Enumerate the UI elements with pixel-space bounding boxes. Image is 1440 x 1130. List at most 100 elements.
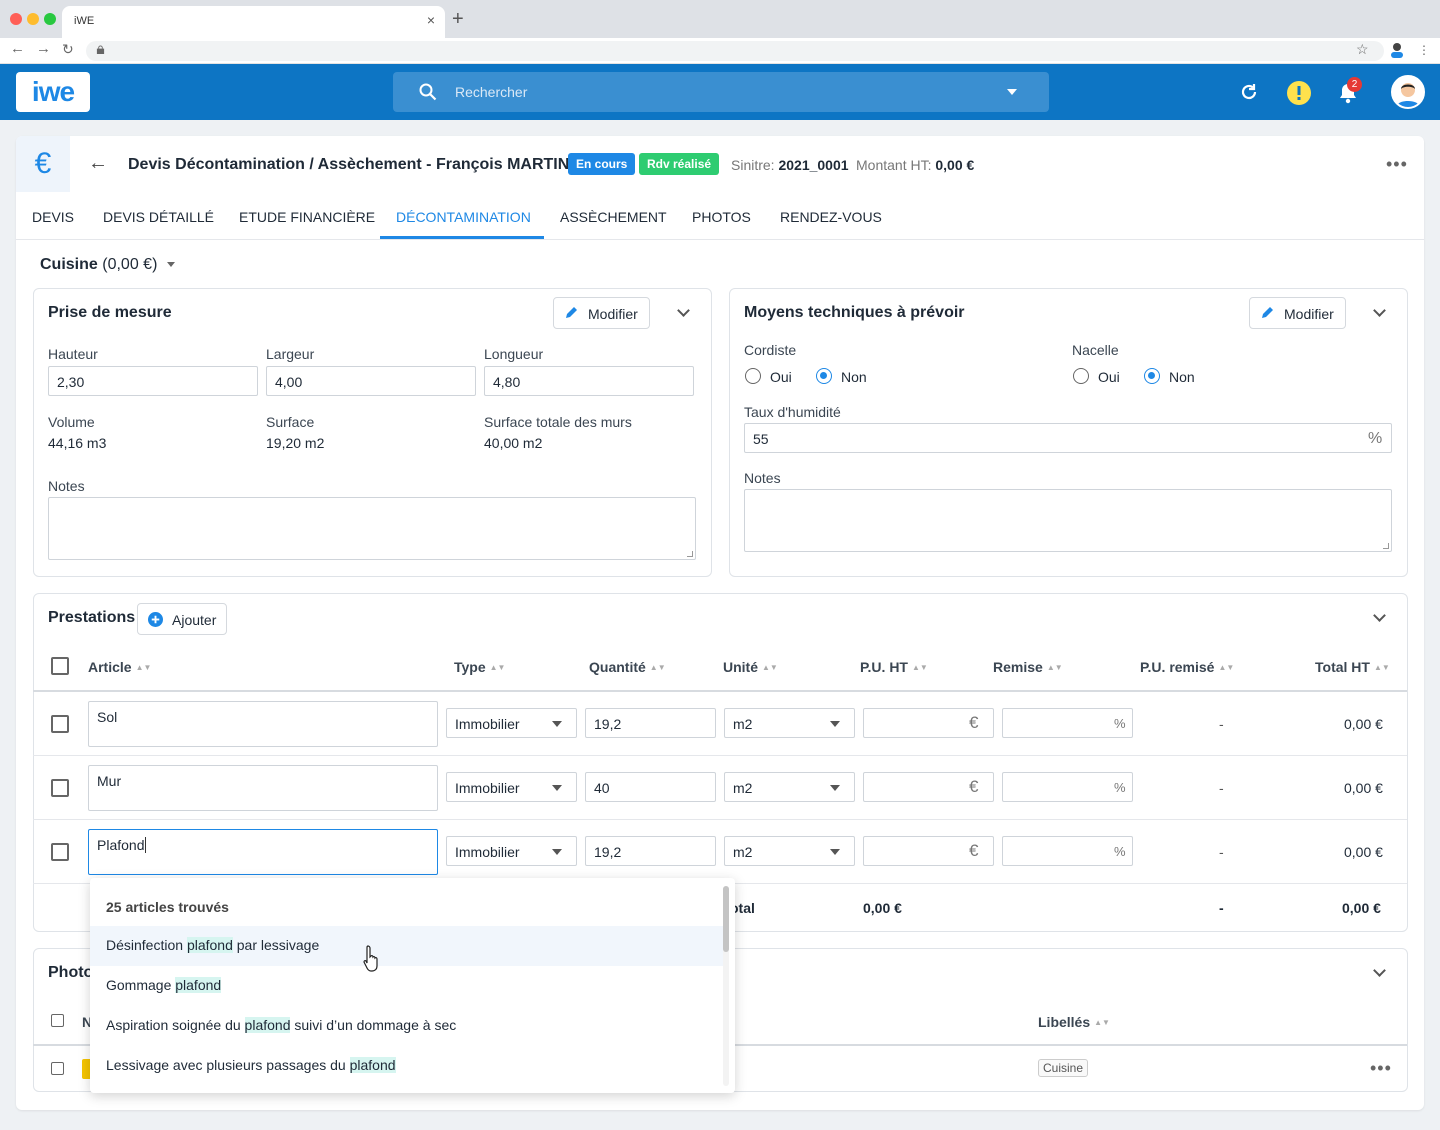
- tab-devis-detaille[interactable]: DEVIS DÉTAILLÉ: [103, 209, 214, 225]
- scrollbar-thumb[interactable]: [723, 886, 729, 952]
- notification-count-badge: 2: [1347, 77, 1362, 92]
- longueur-field[interactable]: 4,80: [484, 366, 694, 396]
- total-ht-value: 0,00 €: [1344, 716, 1383, 732]
- sinistre-info: Sinitre: 2021_0001: [731, 157, 849, 173]
- search-input[interactable]: Rechercher: [393, 72, 1049, 112]
- col-pu-ht[interactable]: P.U. HT ▲▼: [860, 659, 928, 675]
- photo-row-more-icon[interactable]: •••: [1370, 1058, 1392, 1079]
- nacelle-oui-label: Oui: [1098, 369, 1120, 385]
- cordiste-oui-radio[interactable]: [745, 368, 761, 384]
- volume-label: Volume: [48, 414, 95, 430]
- unite-select[interactable]: m2: [724, 836, 855, 866]
- prise-de-mesure-title: Prise de mesure: [48, 304, 172, 321]
- cordiste-non-radio[interactable]: [816, 368, 832, 384]
- col-quantite[interactable]: Quantité ▲▼: [589, 659, 666, 675]
- tab-decontamination[interactable]: DÉCONTAMINATION: [396, 209, 531, 225]
- alert-icon[interactable]: [1285, 79, 1313, 107]
- new-tab-icon[interactable]: +: [452, 8, 464, 31]
- lock-icon: [96, 45, 105, 54]
- mesure-modifier-button[interactable]: Modifier: [553, 297, 650, 329]
- autocomplete-option[interactable]: Gommage plafond: [90, 966, 723, 1006]
- row-checkbox[interactable]: [51, 715, 69, 733]
- percent-unit: %: [1114, 844, 1126, 859]
- autocomplete-option[interactable]: Lessivage avec plusieurs passages du pla…: [90, 1046, 723, 1086]
- address-bar[interactable]: [86, 41, 1384, 61]
- close-tab-icon[interactable]: ×: [427, 12, 435, 28]
- type-select[interactable]: Immobilier: [446, 708, 577, 738]
- photo-row-checkbox[interactable]: [51, 1062, 64, 1075]
- quantite-field[interactable]: 19,2: [585, 708, 716, 738]
- longueur-label: Longueur: [484, 346, 544, 362]
- autocomplete-option[interactable]: Aspiration soignée du plafond suivi d’un…: [90, 1006, 723, 1046]
- moyens-techniques-title: Moyens techniques à prévoir: [744, 304, 965, 321]
- tab-devis[interactable]: DEVIS: [32, 209, 74, 225]
- euro-icon: €: [16, 136, 70, 192]
- room-dropdown-icon[interactable]: [167, 262, 175, 267]
- hauteur-field[interactable]: 2,30: [48, 366, 258, 396]
- autocomplete-count: 25 articles trouvés: [106, 899, 229, 915]
- row-checkbox[interactable]: [51, 843, 69, 861]
- col-type[interactable]: Type ▲▼: [454, 659, 505, 675]
- col-article[interactable]: Article ▲▼: [88, 659, 151, 675]
- total-ht-sum: 0,00 €: [1342, 900, 1381, 916]
- photo-label-tag: Cuisine: [1038, 1059, 1089, 1077]
- largeur-field[interactable]: 4,00: [266, 366, 476, 396]
- moyens-modifier-button[interactable]: Modifier: [1249, 297, 1346, 329]
- tab-etude-financiere[interactable]: ETUDE FINANCIÈRE: [239, 209, 375, 225]
- minimize-window-dot[interactable]: [27, 13, 39, 25]
- photos-col-libelles[interactable]: Libellés ▲▼: [1038, 1014, 1110, 1030]
- more-actions-icon[interactable]: •••: [1386, 154, 1408, 175]
- total-ht-value: 0,00 €: [1344, 844, 1383, 860]
- photos-select-all-checkbox[interactable]: [51, 1014, 64, 1027]
- nacelle-oui-radio[interactable]: [1073, 368, 1089, 384]
- room-selector[interactable]: Cuisine (0,00 €): [40, 256, 157, 274]
- article-field[interactable]: Mur: [88, 765, 438, 811]
- tab-rendez-vous[interactable]: RENDEZ-VOUS: [780, 209, 882, 225]
- browser-toolbar: ← → ↻ ☆ ⋮: [0, 38, 1440, 64]
- ajouter-button[interactable]: Ajouter: [137, 603, 227, 635]
- forward-nav-icon[interactable]: →: [36, 40, 51, 57]
- mesure-notes-textarea[interactable]: [48, 497, 696, 560]
- type-select[interactable]: Immobilier: [446, 836, 577, 866]
- nacelle-label: Nacelle: [1072, 342, 1119, 358]
- total-pu-remise: -: [1219, 900, 1224, 916]
- article-field-active[interactable]: Plafond: [88, 829, 438, 875]
- back-arrow-icon[interactable]: ←: [88, 152, 108, 175]
- unite-select[interactable]: m2: [724, 708, 855, 738]
- refresh-icon[interactable]: [1238, 81, 1260, 103]
- select-all-checkbox[interactable]: [51, 657, 69, 675]
- browser-tab-title: iWE: [74, 15, 95, 27]
- nacelle-non-label: Non: [1169, 369, 1195, 385]
- moyens-notes-textarea[interactable]: [744, 489, 1392, 552]
- bookmark-star-icon[interactable]: ☆: [1356, 41, 1369, 58]
- quantite-field[interactable]: 40: [585, 772, 716, 802]
- browser-menu-icon[interactable]: ⋮: [1418, 43, 1430, 57]
- col-unite[interactable]: Unité ▲▼: [723, 659, 778, 675]
- dropdown-scrollbar[interactable]: [723, 886, 729, 1086]
- tab-photos[interactable]: PHOTOS: [692, 209, 751, 225]
- tab-assechement[interactable]: ASSÈCHEMENT: [560, 209, 667, 225]
- back-nav-icon[interactable]: ←: [10, 40, 25, 57]
- browser-tab[interactable]: iWE ×: [62, 6, 445, 38]
- col-pu-remise[interactable]: P.U. remisé ▲▼: [1140, 659, 1234, 675]
- search-dropdown-icon[interactable]: [1007, 89, 1017, 95]
- autocomplete-option[interactable]: Désinfection plafond par lessivage: [90, 926, 723, 966]
- humidite-field[interactable]: 55: [744, 423, 1392, 453]
- pu-remise-value: -: [1219, 716, 1224, 732]
- iwe-logo[interactable]: iwe: [16, 72, 90, 112]
- col-remise[interactable]: Remise ▲▼: [993, 659, 1063, 675]
- cordiste-oui-label: Oui: [770, 369, 792, 385]
- close-window-dot[interactable]: [10, 13, 22, 25]
- maximize-window-dot[interactable]: [44, 13, 56, 25]
- type-select[interactable]: Immobilier: [446, 772, 577, 802]
- row-checkbox[interactable]: [51, 779, 69, 797]
- article-field[interactable]: Sol: [88, 701, 438, 747]
- col-total-ht[interactable]: Total HT ▲▼: [1315, 659, 1390, 675]
- nacelle-non-radio[interactable]: [1144, 368, 1160, 384]
- reload-nav-icon[interactable]: ↻: [62, 41, 74, 58]
- profile-icon[interactable]: [1390, 42, 1404, 58]
- quantite-field[interactable]: 19,2: [585, 836, 716, 866]
- user-avatar[interactable]: [1391, 75, 1425, 109]
- article-autocomplete-dropdown: 25 articles trouvés Désinfection plafond…: [90, 878, 735, 1093]
- unite-select[interactable]: m2: [724, 772, 855, 802]
